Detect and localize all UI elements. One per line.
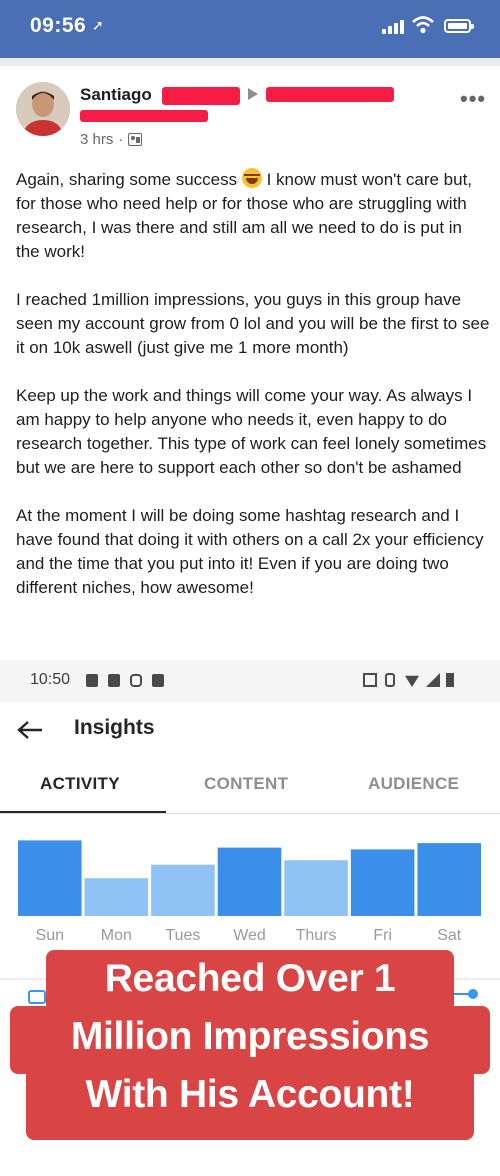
insights-tabs: ACTIVITY CONTENT AUDIENCE — [0, 760, 500, 814]
back-arrow-icon[interactable] — [16, 720, 44, 740]
facebook-icon — [108, 674, 120, 687]
more-options-icon[interactable]: ••• — [460, 86, 486, 112]
bar-mon[interactable] — [84, 878, 149, 916]
battery-icon — [444, 19, 474, 33]
location-arrow-icon: ➚ — [92, 17, 104, 33]
tick-label-tues: Tues — [165, 927, 200, 944]
post-paragraph: Again, sharing some success I know must … — [16, 168, 473, 261]
redacted-last-name — [162, 87, 240, 105]
wifi-icon — [405, 675, 419, 687]
author-avatar[interactable] — [16, 82, 70, 136]
android-time: 10:50 — [30, 671, 71, 688]
vibrate-icon — [385, 673, 395, 687]
tick-label-fri: Fri — [373, 927, 392, 944]
meta-separator: · — [118, 131, 124, 148]
bar-wed[interactable] — [217, 847, 282, 916]
activity-bar-chart: Sun Mon Tues Wed Thurs Fri Sat — [0, 814, 500, 960]
bar-sat[interactable] — [417, 843, 481, 916]
group-icon — [128, 133, 143, 146]
active-tab-indicator — [0, 811, 166, 813]
battery-icon — [446, 673, 454, 687]
cellular-signal-icon — [382, 18, 404, 34]
post-text: Again, sharing some success I know must … — [16, 168, 490, 624]
tick-label-sun: Sun — [36, 927, 64, 944]
gallery-icon — [152, 674, 164, 687]
redacted-group-name-line2 — [80, 110, 208, 122]
signal-icon — [426, 673, 440, 687]
bar-tues[interactable] — [151, 864, 215, 916]
ios-status-bar: 09:56 ➚ — [0, 0, 500, 58]
chart-svg: Sun Mon Tues Wed Thurs Fri Sat — [18, 840, 481, 944]
bar-thurs[interactable] — [284, 860, 348, 916]
divider — [0, 58, 500, 66]
post-paragraph: At the moment I will be doing some hasht… — [16, 506, 484, 597]
caption-line-2: Million Impressions — [70, 1015, 430, 1058]
post-meta: 3 hrs · — [80, 131, 143, 148]
caption-line-3: With His Account! — [85, 1073, 415, 1116]
insights-title: Insights — [74, 716, 155, 739]
insights-header: Insights — [0, 702, 500, 760]
status-time: 09:56 — [30, 14, 87, 37]
nfc-icon — [363, 673, 377, 687]
wifi-icon — [412, 16, 434, 34]
shared-to-arrow-icon — [248, 88, 258, 100]
tab-content[interactable]: CONTENT — [204, 774, 288, 794]
redacted-group-name — [266, 87, 394, 102]
android-status-bar: 10:50 — [0, 660, 500, 702]
tick-label-mon: Mon — [101, 927, 132, 944]
bar-sun[interactable] — [18, 840, 82, 916]
caption-text: Reached Over 1 Million Impressions With … — [0, 950, 500, 1124]
caption-line-1: Reached Over 1 — [104, 957, 396, 1000]
author-name[interactable]: Santiago — [80, 85, 152, 105]
tab-activity[interactable]: ACTIVITY — [40, 774, 120, 794]
tick-label-thurs: Thurs — [296, 927, 337, 944]
post-paragraph: I reached 1million impressions, you guys… — [16, 290, 490, 357]
lock-icon — [86, 674, 98, 687]
bar-fri[interactable] — [350, 849, 415, 916]
tick-label-wed: Wed — [233, 927, 266, 944]
laughing-emoji-icon — [241, 168, 262, 188]
post-time[interactable]: 3 hrs — [80, 131, 113, 148]
post-paragraph: Keep up the work and things will come yo… — [16, 386, 487, 477]
instagram-icon — [130, 674, 142, 687]
tick-label-sat: Sat — [437, 927, 462, 944]
tab-audience[interactable]: AUDIENCE — [368, 774, 459, 794]
